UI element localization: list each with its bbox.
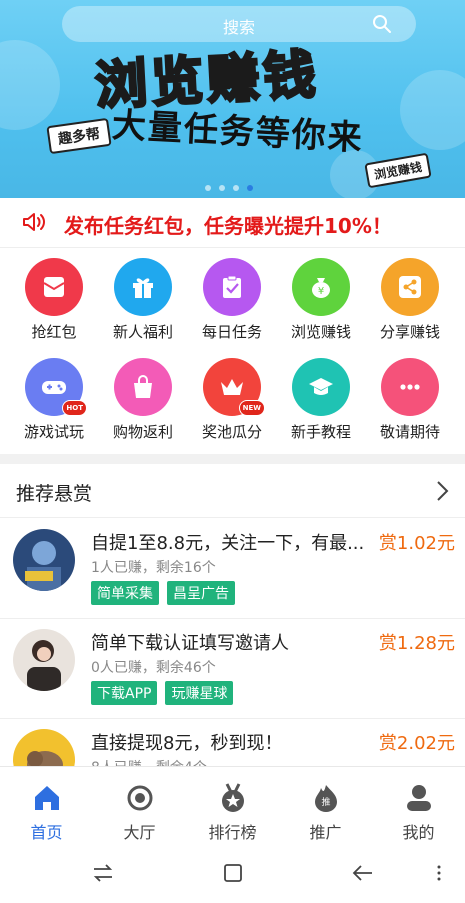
- tab-label: 排行榜: [208, 823, 257, 842]
- grid-item-label: 奖池瓜分: [201, 423, 262, 441]
- grid-item-label: 新手教程: [290, 423, 351, 441]
- task-reward: 赏2.02元: [378, 733, 455, 754]
- new-badge: NEW: [238, 400, 265, 416]
- home-icon: [34, 786, 59, 810]
- share-icon: [381, 258, 439, 316]
- home-button-icon[interactable]: [222, 862, 244, 884]
- hot-badge: HOT: [62, 400, 87, 416]
- task-tag: 简单采集: [91, 581, 159, 605]
- carousel-indicator: [205, 185, 253, 191]
- tab-hall[interactable]: 大厅: [93, 767, 186, 843]
- hall-icon: [127, 785, 152, 811]
- banner-subtitle: 大量任务等你来: [110, 105, 365, 159]
- graduation-cap-icon: [292, 358, 350, 416]
- search-placeholder: 搜索: [222, 18, 255, 37]
- clipboard-check-icon: [203, 258, 261, 316]
- tab-label: 推广: [309, 823, 342, 842]
- grid-item-newbie-gift[interactable]: 新人福利: [98, 258, 188, 342]
- task-row[interactable]: 自提1至8.8元，关注一下，有最... 赏1.02元 1人已赚，剩余16个 简单…: [0, 519, 465, 619]
- grid-item-label: 游戏试玩: [23, 423, 84, 441]
- grid-item-tutorial[interactable]: 新手教程: [276, 358, 366, 442]
- task-tag: 下载APP: [91, 681, 158, 705]
- grid-item-label: 分享赚钱: [379, 323, 440, 341]
- tab-profile[interactable]: 我的: [372, 767, 465, 843]
- recommended-rewards-header[interactable]: 推荐悬赏: [0, 464, 465, 518]
- banner-corner-tag: 浏览赚钱: [364, 152, 432, 189]
- grid-item-label: 浏览赚钱: [290, 323, 351, 341]
- task-tag: 昌呈广告: [167, 581, 235, 605]
- section-title: 推荐悬赏: [16, 483, 93, 505]
- promo-banner[interactable]: 搜索 浏览赚钱 趣多帮 大量任务等你来 浏览赚钱: [0, 0, 465, 198]
- chevron-right-icon[interactable]: [435, 480, 449, 502]
- grid-item-shopping-rebate[interactable]: 购物返利: [98, 358, 188, 442]
- carousel-dot[interactable]: [205, 185, 211, 191]
- tab-promote[interactable]: 推 推广: [279, 767, 372, 843]
- grid-item-browse-earn[interactable]: ¥ 浏览赚钱: [276, 258, 366, 342]
- task-tags: 下载APP 玩赚星球: [91, 681, 234, 705]
- announcement-bar[interactable]: 发布任务红包，任务曝光提升10%！: [0, 198, 465, 248]
- grid-item-share-earn[interactable]: 分享赚钱: [365, 258, 455, 342]
- task-row[interactable]: 简单下载认证填写邀请人 赏1.28元 0人已赚，剩余46个 下载APP 玩赚星球: [0, 619, 465, 719]
- gamepad-icon: HOT: [25, 358, 87, 416]
- tab-ranking[interactable]: 排行榜: [186, 767, 279, 843]
- announcement-text: 发布任务红包，任务曝光提升10%！: [64, 214, 392, 238]
- profile-icon: [406, 785, 431, 811]
- task-avatar: [13, 529, 75, 591]
- grid-item-prize-pool[interactable]: NEW 奖池瓜分: [187, 358, 277, 442]
- task-title: 简单下载认证填写邀请人: [91, 633, 289, 654]
- carousel-dot-active[interactable]: [247, 185, 253, 191]
- section-divider: [0, 454, 465, 464]
- grid-item-red-packet[interactable]: 抢红包: [9, 258, 99, 342]
- banner-decoration: [400, 70, 465, 150]
- task-meta: 1人已赚，剩余16个: [91, 560, 216, 576]
- menu-dots-icon[interactable]: [434, 862, 444, 884]
- tab-label: 大厅: [123, 823, 156, 842]
- bottom-tab-bar: 首页 大厅 排行榜 推 推广 我的: [0, 766, 465, 842]
- red-packet-icon: [25, 258, 83, 316]
- tab-label: 首页: [30, 823, 63, 842]
- carousel-dot[interactable]: [233, 185, 239, 191]
- grid-item-label: 购物返利: [112, 423, 173, 441]
- recent-apps-icon[interactable]: [92, 862, 114, 884]
- task-title: 自提1至8.8元，关注一下，有最...: [91, 533, 365, 554]
- promote-icon: 推: [314, 785, 337, 812]
- crown-icon: NEW: [203, 358, 265, 416]
- back-icon[interactable]: [352, 862, 374, 884]
- system-navigation-bar: [0, 842, 465, 903]
- carousel-dot[interactable]: [219, 185, 225, 191]
- task-reward: 赏1.28元: [378, 633, 455, 654]
- banner-decoration: [0, 40, 60, 130]
- grid-item-daily-task[interactable]: 每日任务: [187, 258, 277, 342]
- tab-home[interactable]: 首页: [0, 767, 93, 843]
- shopping-bag-icon: [114, 358, 172, 416]
- svg-text:推: 推: [321, 796, 330, 808]
- grid-item-game-trial[interactable]: HOT 游戏试玩: [9, 358, 99, 442]
- task-tags: 简单采集 昌呈广告: [91, 581, 235, 605]
- gift-icon: [114, 258, 172, 316]
- task-reward: 赏1.02元: [378, 533, 455, 554]
- money-bag-icon: ¥: [292, 258, 350, 316]
- tab-label: 我的: [402, 823, 435, 842]
- grid-item-label: 抢红包: [31, 323, 77, 341]
- medal-icon: [221, 783, 244, 812]
- grid-item-label: 新人福利: [112, 323, 173, 341]
- svg-text:¥: ¥: [318, 286, 324, 297]
- more-dots-icon: [381, 358, 439, 416]
- search-icon[interactable]: [372, 14, 392, 34]
- banner-brand-tag: 趣多帮: [46, 117, 112, 155]
- grid-item-label: 敬请期待: [379, 423, 440, 441]
- task-title: 直接提现8元，秒到现！: [91, 733, 283, 754]
- task-meta: 0人已赚，剩余46个: [91, 660, 216, 676]
- speaker-icon: [23, 213, 45, 231]
- task-tag: 玩赚星球: [165, 681, 234, 705]
- task-avatar: [13, 629, 75, 691]
- grid-item-coming-soon[interactable]: 敬请期待: [365, 358, 455, 442]
- grid-item-label: 每日任务: [201, 323, 262, 341]
